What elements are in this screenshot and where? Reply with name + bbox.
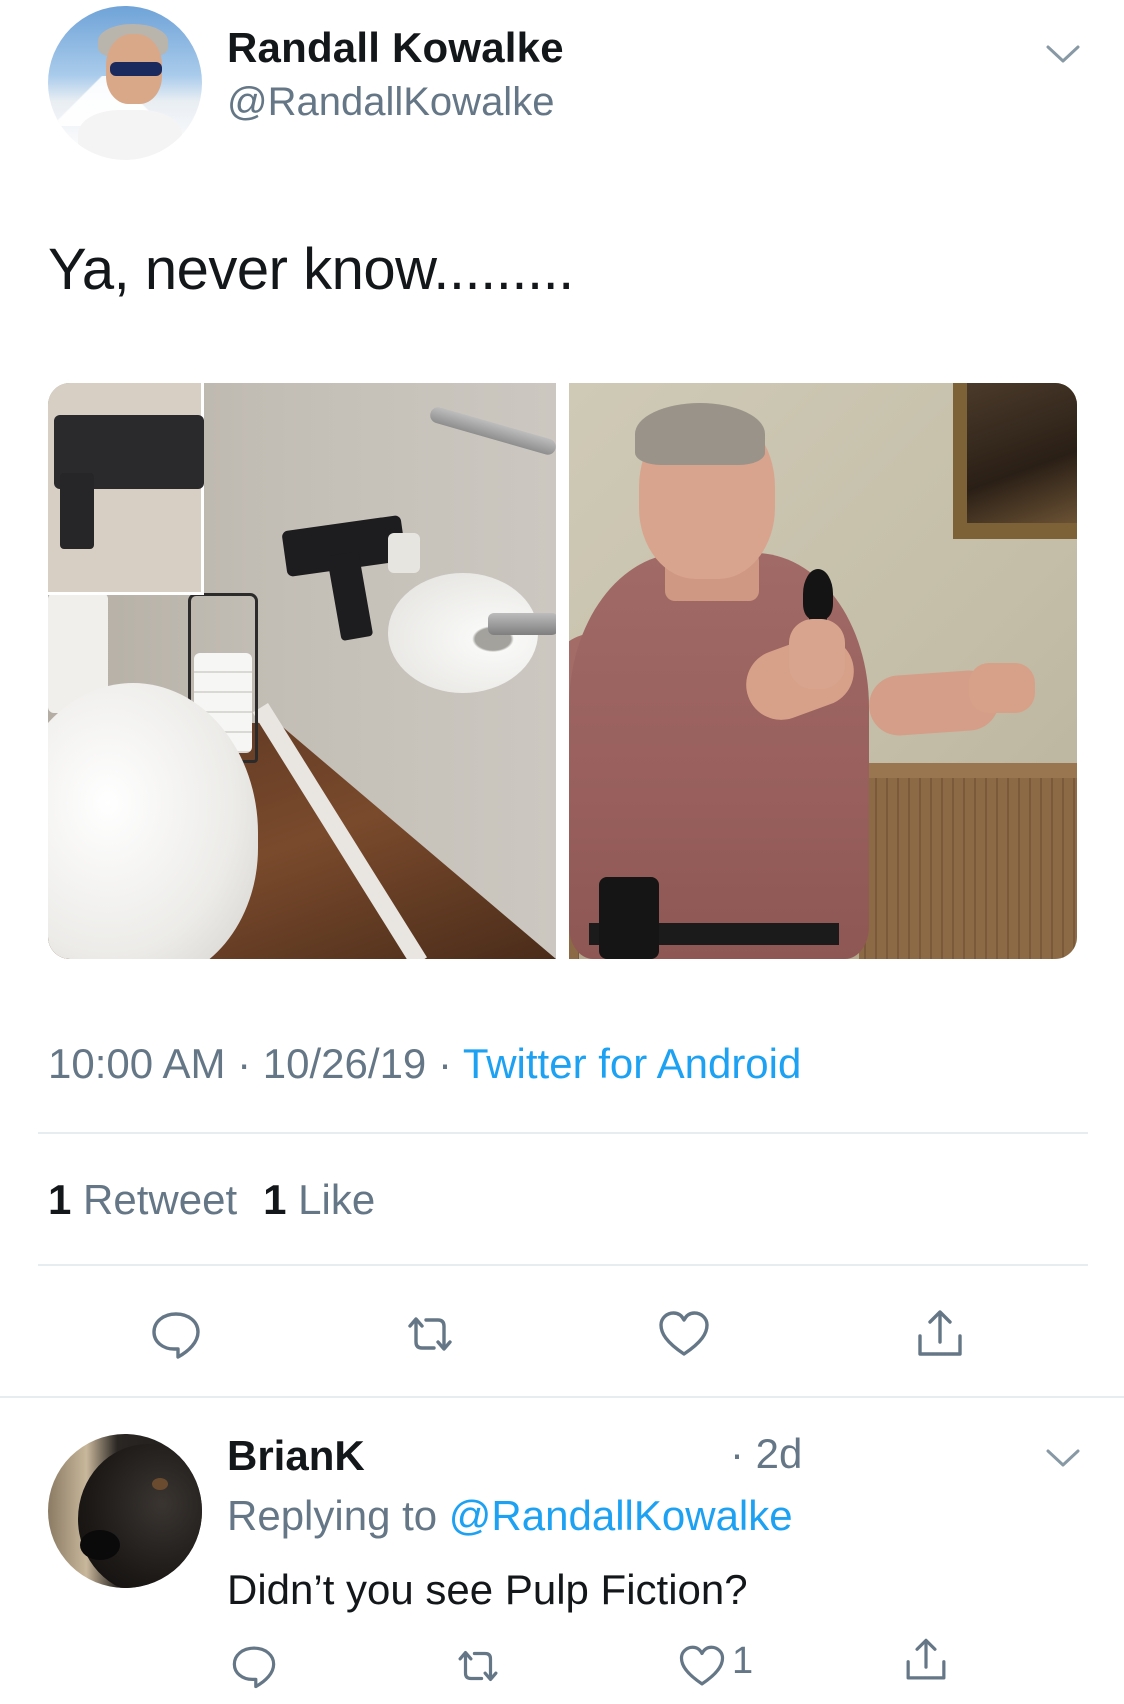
retweet-label: Retweet xyxy=(83,1176,238,1223)
like-stat[interactable]: 1 Like xyxy=(263,1176,375,1223)
reply-author-avatar[interactable] xyxy=(48,1434,202,1588)
avatar-dog-eye xyxy=(152,1478,168,1490)
tweet-source-link[interactable]: Twitter for Android xyxy=(463,1040,801,1087)
avatar-dog xyxy=(78,1444,202,1588)
author-handle[interactable]: @RandallKowalke xyxy=(227,80,554,125)
tweet-meta: 10:00 AM · 10/26/19 · Twitter for Androi… xyxy=(48,1040,801,1088)
tweet-photo-speaker[interactable] xyxy=(569,383,1077,959)
retweet-arrows-icon xyxy=(458,1651,498,1681)
reply-retweet-button[interactable] xyxy=(450,1638,506,1694)
replying-to: Replying to @RandallKowalke xyxy=(227,1492,793,1540)
photo-paper-holder-arm xyxy=(488,613,556,635)
reply-like-count: 1 xyxy=(732,1640,754,1682)
divider xyxy=(38,1264,1088,1266)
avatar-sunglasses xyxy=(110,62,162,76)
chevron-down-icon[interactable] xyxy=(1045,1446,1081,1470)
tweet-stats: 1 Retweet 1 Like xyxy=(48,1176,375,1224)
share-button[interactable] xyxy=(908,1302,972,1366)
meta-separator: · xyxy=(225,1040,263,1087)
reply-author-name[interactable]: BrianK xyxy=(227,1432,365,1480)
photo-painting xyxy=(967,383,1077,523)
photo-hair xyxy=(635,403,765,465)
reply-share-button[interactable] xyxy=(898,1632,954,1688)
photo-hand xyxy=(789,619,845,689)
replying-mention-link[interactable]: @RandallKowalke xyxy=(449,1492,793,1539)
divider xyxy=(0,1396,1124,1398)
retweet-arrows-icon xyxy=(408,1317,452,1351)
share-upload-icon xyxy=(918,1310,962,1356)
tweet-date: 10/26/19 xyxy=(262,1040,427,1087)
tweet-text: Ya, never know......... xyxy=(48,237,574,302)
avatar-dog-nose xyxy=(80,1530,120,1560)
replying-prefix: Replying to xyxy=(227,1492,449,1539)
author-name[interactable]: Randall Kowalke xyxy=(227,24,564,72)
photo-holster xyxy=(599,877,659,959)
reply-text: Didn’t you see Pulp Fiction? xyxy=(227,1566,748,1613)
like-button[interactable] xyxy=(652,1302,716,1366)
inset-pistol-grip xyxy=(60,473,94,549)
share-upload-icon xyxy=(906,1638,946,1680)
retweet-count: 1 xyxy=(48,1176,72,1223)
retweet-button[interactable] xyxy=(398,1302,462,1366)
meta-separator: · xyxy=(426,1040,463,1087)
photo-right-hand xyxy=(969,663,1035,713)
tweet-time: 10:00 AM xyxy=(48,1040,226,1087)
photo-microphone xyxy=(803,569,833,619)
reply-reply-button[interactable] xyxy=(226,1638,282,1694)
tweet-photo-bathroom[interactable] xyxy=(48,383,556,959)
speech-bubble-icon xyxy=(232,1646,276,1689)
photo-inset xyxy=(48,383,204,595)
reply-button[interactable] xyxy=(144,1302,208,1366)
retweet-stat[interactable]: 1 Retweet xyxy=(48,1176,237,1223)
like-count: 1 xyxy=(263,1176,287,1223)
author-avatar[interactable] xyxy=(48,6,202,160)
divider xyxy=(38,1132,1088,1134)
speech-bubble-icon xyxy=(152,1312,200,1359)
like-label: Like xyxy=(298,1176,376,1223)
reply-time[interactable]: · 2d xyxy=(730,1430,802,1478)
reply-like-button[interactable] xyxy=(674,1638,730,1694)
avatar-shirt xyxy=(78,110,182,160)
heart-icon xyxy=(679,1645,725,1686)
chevron-down-icon[interactable] xyxy=(1045,42,1081,66)
photo-holster-mount xyxy=(388,533,420,573)
heart-icon xyxy=(659,1311,709,1356)
